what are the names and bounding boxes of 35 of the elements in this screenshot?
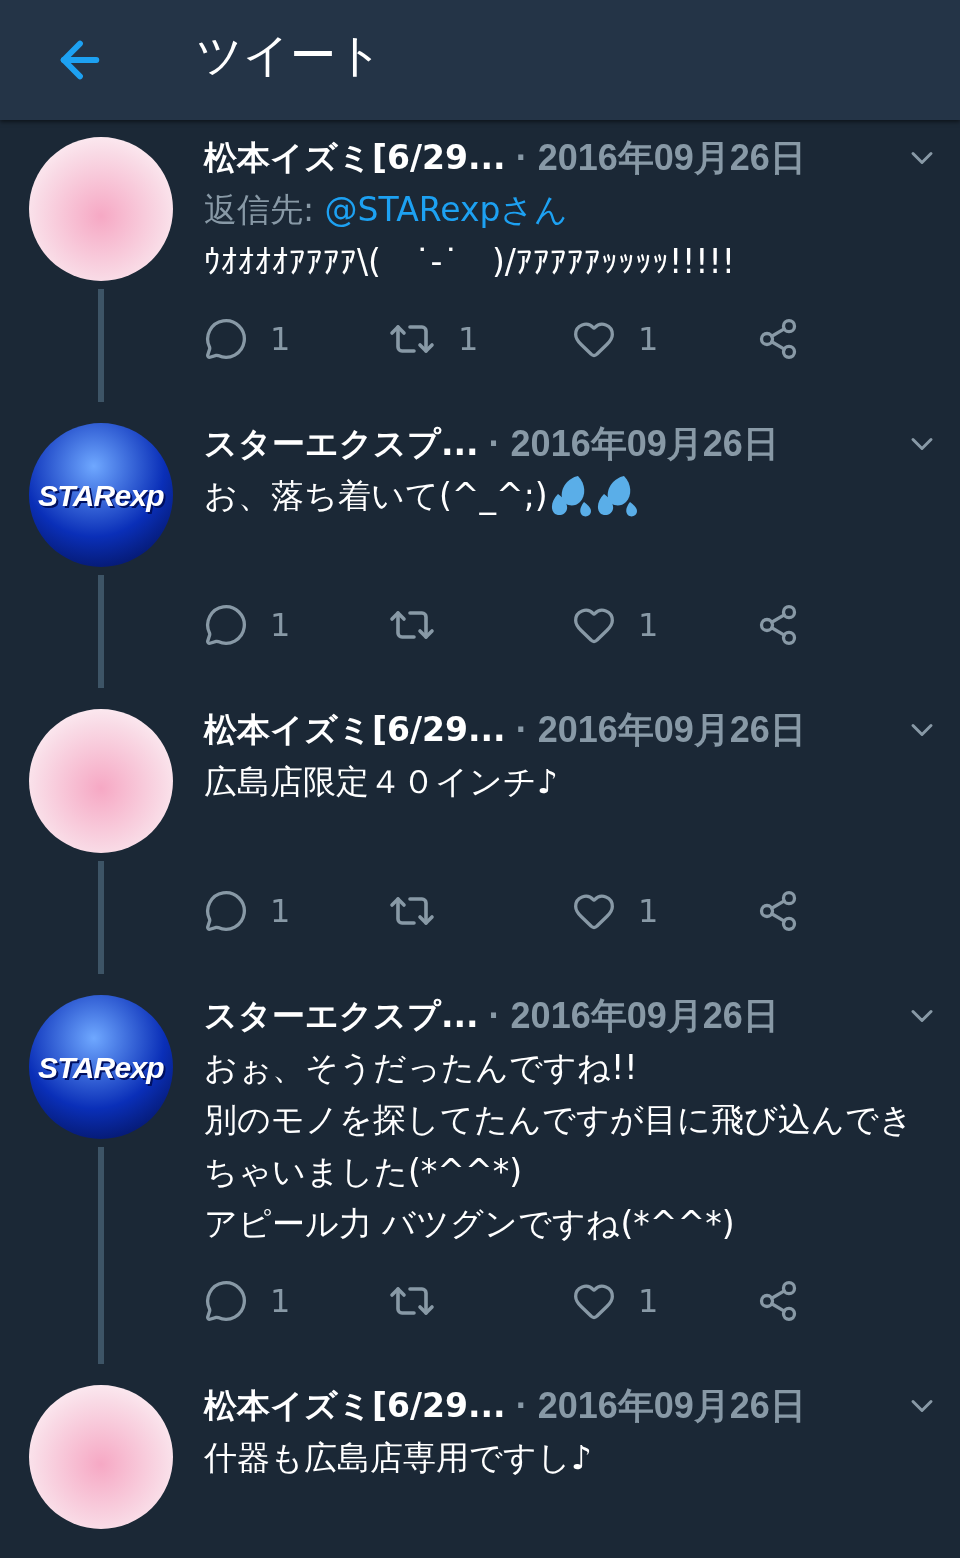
tweet-date: · 2016年09月26日 [515, 1384, 806, 1428]
author-name[interactable]: スターエクスプ... [204, 990, 479, 1042]
logo-text: STARexp [38, 1049, 164, 1086]
reply-count: 1 [270, 319, 291, 360]
mention-link[interactable]: @STARexpさん [324, 184, 569, 236]
tweet-text: ｳｵｵｵｵｱｱｱｱ\( ˙-˙ )/ｱｱｱｱｱｯｯｯｯ!!!!! [204, 241, 736, 283]
reply-button[interactable] [204, 317, 248, 361]
logo-text: STARexp [38, 477, 164, 514]
reply-button[interactable] [204, 889, 248, 933]
reply-button[interactable] [204, 603, 248, 647]
like-count: 1 [638, 605, 659, 646]
tweet-date: · 2016年09月26日 [515, 136, 806, 180]
tweet-date: · 2016年09月26日 [488, 422, 779, 466]
like-count: 1 [638, 891, 659, 932]
page-title: ツイート [196, 26, 383, 84]
retweet-count: 1 [458, 319, 479, 360]
tweet-text: 什器も広島店専用ですし♪ [204, 1437, 593, 1479]
tweet-date: · 2016年09月26日 [515, 708, 806, 752]
reply-count: 1 [270, 605, 291, 646]
reply-count: 1 [270, 1281, 291, 1322]
tweet-text: 広島店限定４０インチ♪ [204, 761, 559, 803]
reply-button[interactable] [204, 1279, 248, 1323]
author-name[interactable]: スターエクスプ... [204, 418, 479, 470]
author-name[interactable]: 松本イズミ[6/29... [204, 132, 506, 184]
reply-count: 1 [270, 891, 291, 932]
tweet-date: · 2016年09月26日 [488, 994, 779, 1038]
like-count: 1 [638, 1281, 659, 1322]
logo-avatar[interactable]: STARexp [29, 423, 173, 567]
author-name[interactable]: 松本イズミ[6/29... [204, 1380, 506, 1432]
reply-to-label: 返信先: [204, 189, 316, 231]
tweet-text: おぉ、そうだったんですね!! 別のモノを探してたんですが目に飛び込んできちゃいました(*^^*) アピール力 バツグンですね(*^^*) [204, 1047, 914, 1245]
logo-avatar[interactable]: STARexp [29, 995, 173, 1139]
tweet-text: お、落ち着いて(^_^;) [204, 475, 548, 517]
author-name[interactable]: 松本イズミ[6/29... [204, 704, 506, 756]
like-count: 1 [638, 319, 659, 360]
